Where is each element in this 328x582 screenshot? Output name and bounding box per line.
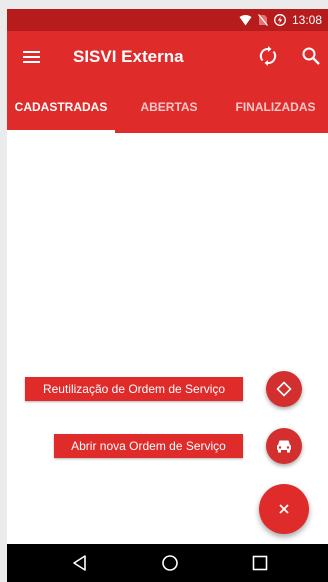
status-time: 13:08 <box>291 13 322 27</box>
home-icon[interactable] <box>160 553 180 573</box>
tab-label: FINALIZADAS <box>235 100 316 114</box>
new-order-label[interactable]: Abrir nova Ordem de Serviço <box>54 434 243 458</box>
back-icon[interactable] <box>70 553 90 573</box>
car-icon <box>277 440 291 453</box>
search-icon[interactable] <box>300 45 322 67</box>
new-order-button[interactable] <box>266 428 302 464</box>
content-list <box>7 133 328 544</box>
no-sim-icon <box>258 14 268 26</box>
tab-abertas[interactable]: ABERTAS <box>115 83 223 133</box>
menu-icon[interactable] <box>22 47 42 67</box>
reuse-order-button[interactable] <box>266 371 302 407</box>
page-title: SISVI Externa <box>73 47 184 66</box>
tab-label: CADASTRADAS <box>14 100 108 114</box>
app-toolbar: SISVI Externa <box>7 31 328 83</box>
tab-cadastradas[interactable]: CADASTRADAS <box>7 83 115 133</box>
close-fab-button[interactable] <box>259 484 309 534</box>
tab-label: ABERTAS <box>140 100 198 114</box>
recents-icon[interactable] <box>250 553 270 573</box>
status-bar: 13:08 <box>7 9 328 31</box>
sync-icon[interactable] <box>257 45 279 67</box>
wifi-icon <box>239 14 252 25</box>
app-screen: 13:08 SISVI Externa CADASTRADAS ABERTAS <box>7 9 328 582</box>
close-icon <box>279 504 289 514</box>
reuse-order-label[interactable]: Reutilização de Ordem de Serviço <box>25 377 243 401</box>
tab-finalizadas[interactable]: FINALIZADAS <box>223 83 328 133</box>
diamond-outline-icon <box>276 381 292 397</box>
battery-charging-icon <box>274 14 286 26</box>
system-nav-bar <box>7 544 328 582</box>
tab-bar: CADASTRADAS ABERTAS FINALIZADAS <box>7 83 328 133</box>
